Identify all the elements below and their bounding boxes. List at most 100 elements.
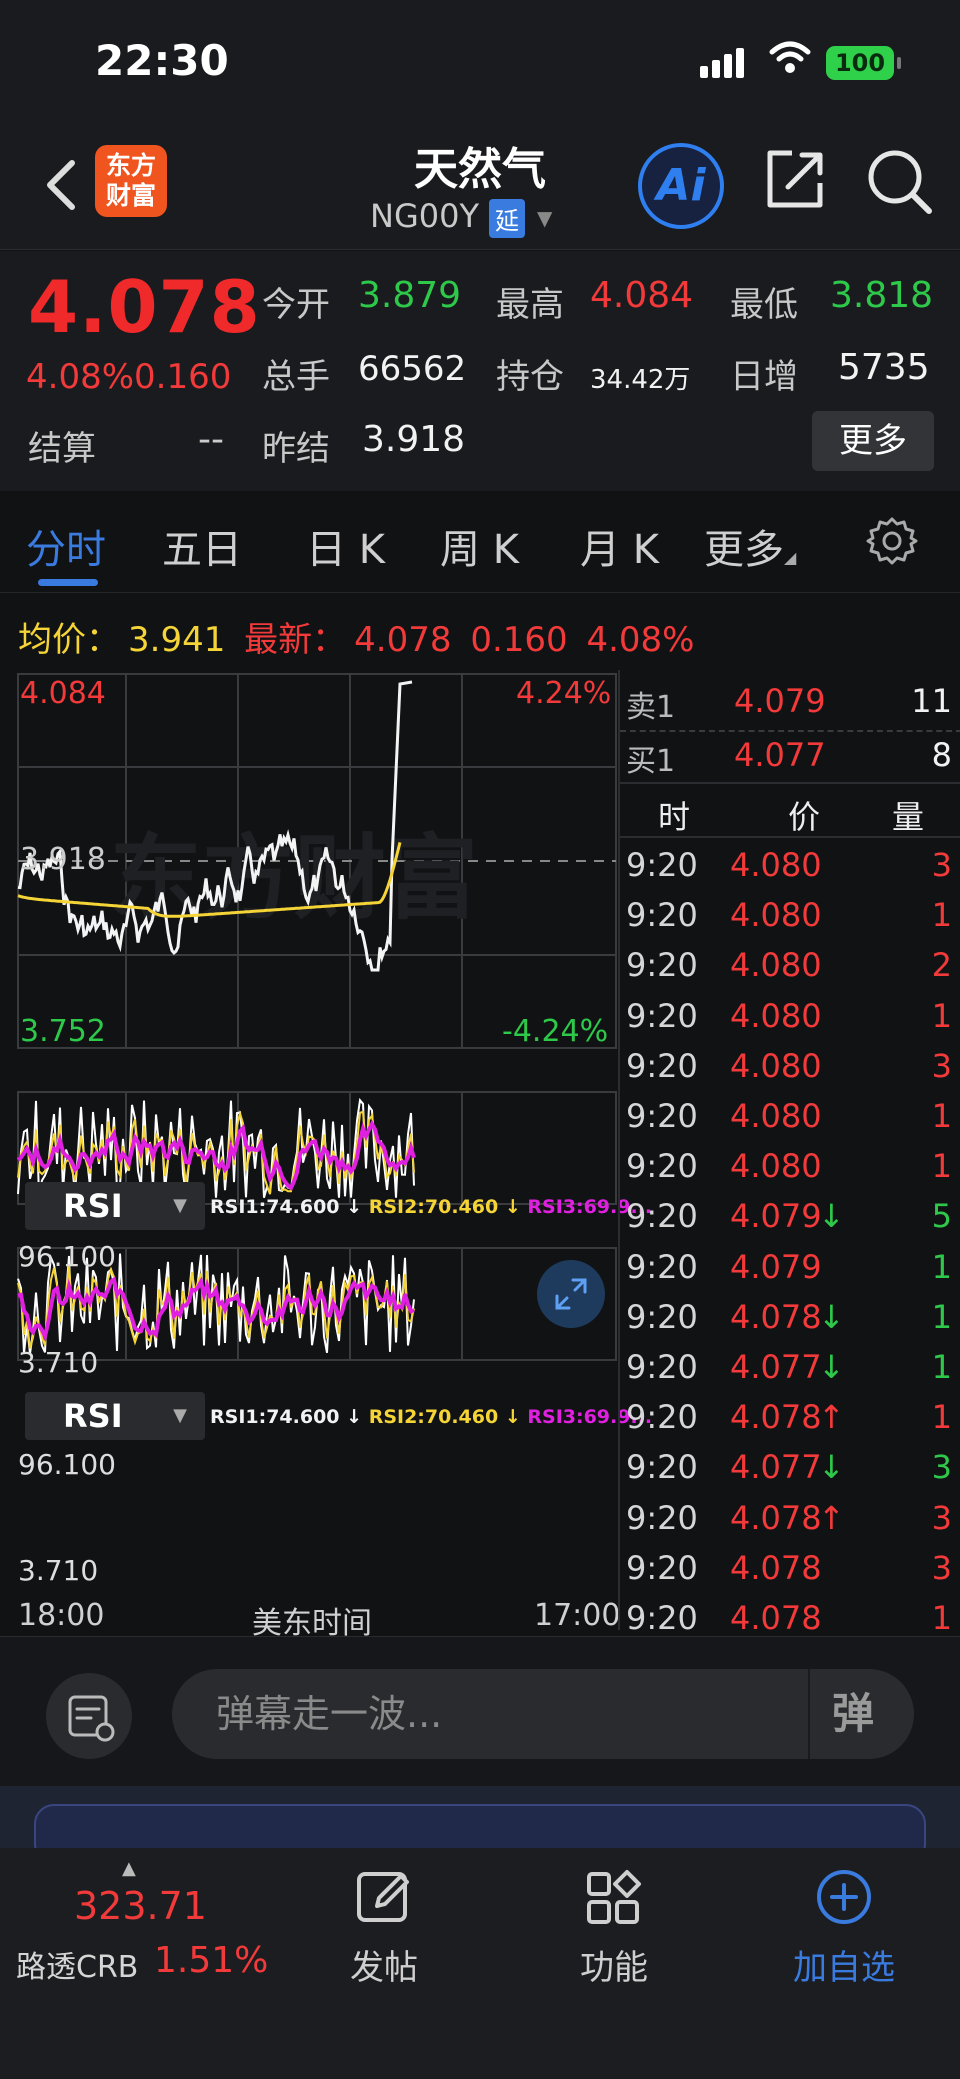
- divider: [808, 1669, 810, 1759]
- tab-monthly-k[interactable]: 月 K: [580, 517, 659, 575]
- bid-price: 4.077: [734, 736, 826, 774]
- comment-input[interactable]: 弹幕走一波... 弹: [172, 1669, 914, 1759]
- chart-canvas: 东方财富: [16, 673, 617, 1361]
- tick-price: 4.078: [730, 1498, 822, 1537]
- nav-post[interactable]: 发帖: [314, 1868, 454, 1989]
- tick-row: 9:20 4.080 1: [620, 896, 960, 946]
- tab-weekly-k[interactable]: 周 K: [440, 517, 519, 575]
- more-quote-button[interactable]: 更多: [812, 411, 934, 471]
- gear-icon[interactable]: [866, 515, 918, 567]
- expand-icon: [555, 1278, 587, 1310]
- tick-price: 4.078: [730, 1297, 822, 1336]
- tick-time: 9:20: [626, 1046, 698, 1085]
- change-pct: 4.08%: [26, 357, 135, 397]
- tick-price: 4.077: [730, 1348, 822, 1386]
- latest-value: 4.078: [354, 620, 452, 660]
- header-price: 价: [788, 798, 821, 836]
- intraday-chart[interactable]: 东方财富 4.084 4.24% 3.918 3.752 -4.24% RSI ▼…: [0, 670, 652, 1630]
- nav-functions-label: 功能: [580, 1948, 648, 1988]
- tick-arrow: ↑: [818, 1398, 845, 1437]
- delay-badge: 延: [489, 198, 525, 238]
- ask-row: 卖1 4.079 11: [620, 676, 960, 732]
- header-qty: 量: [892, 798, 925, 836]
- search-icon[interactable]: [865, 147, 935, 217]
- expand-chart-button[interactable]: [537, 1260, 605, 1328]
- tick-price: 4.080: [730, 896, 822, 935]
- bid-label: 买1: [626, 744, 676, 779]
- contract-code: NG00Y: [370, 197, 479, 235]
- tick-time: 9:20: [626, 1147, 698, 1186]
- tick-row: 9:20 4.080 3: [620, 1047, 960, 1097]
- ai-button[interactable]: Ai: [638, 143, 724, 229]
- nav-add-watchlist[interactable]: 加自选: [774, 1868, 914, 1989]
- tick-row: 9:20 4.079 ↓ 5: [620, 1197, 960, 1247]
- volume-label: 总手: [262, 357, 330, 397]
- price-axis-bottom: 3.752: [20, 1014, 106, 1049]
- settle-value: --: [198, 419, 224, 460]
- comment-placeholder: 弹幕走一波...: [216, 1692, 443, 1736]
- open-label: 今开: [262, 285, 330, 325]
- tick-row: 9:20 4.080 1: [620, 1097, 960, 1147]
- change-row: 4.08%0.160: [26, 357, 231, 397]
- indicator-selector[interactable]: RSI ▼: [25, 1392, 205, 1440]
- tab-more[interactable]: 更多◢: [704, 517, 796, 575]
- nav-add-watchlist-label: 加自选: [793, 1948, 895, 1988]
- bottom-nav: ▲ 323.71 路透CRB 1.51% 发帖 功能 加自选: [0, 1848, 960, 2079]
- settle-label: 结算: [28, 429, 96, 469]
- rsi2-value: RSI2:70.460 ↓: [368, 1406, 521, 1428]
- daily-increase-value: 5735: [838, 347, 930, 388]
- triangle-up-icon: ▲: [122, 1858, 136, 1879]
- open-interest-value: 34.42万: [590, 365, 691, 395]
- tick-qty: 3: [931, 1498, 952, 1537]
- price-axis-mid: 3.918: [20, 842, 106, 877]
- crb-change-pct: 1.51%: [154, 1940, 269, 1981]
- tick-qty: 1: [931, 1348, 952, 1386]
- tick-time: 9:20: [626, 896, 698, 935]
- nav-functions[interactable]: 功能: [544, 1868, 684, 1989]
- tick-row: 9:20 4.079 1: [620, 1248, 960, 1298]
- tick-qty: 3: [931, 1548, 952, 1587]
- daily-increase-label: 日增: [730, 357, 798, 397]
- pct-axis-top: 4.24%: [516, 676, 612, 711]
- tab-more-label: 更多: [704, 527, 784, 573]
- tick-row: 9:20 4.078 3: [620, 1549, 960, 1599]
- latest-label: 最新：: [244, 620, 347, 660]
- ask-label: 卖1: [626, 690, 676, 725]
- tab-five-day[interactable]: 五日: [162, 517, 242, 575]
- tick-qty: 3: [931, 1046, 952, 1085]
- tick-qty: 1: [931, 1147, 952, 1186]
- ask-price: 4.079: [734, 682, 826, 720]
- tab-daily-k[interactable]: 日 K: [306, 517, 385, 575]
- bid-qty: 8: [931, 736, 952, 774]
- rsi-legend: RSI1:74.600 ↓ RSI2:70.460 ↓ RSI3:69.9...: [210, 1406, 652, 1428]
- tick-price: 4.079: [730, 1197, 822, 1236]
- tick-qty: 5: [931, 1197, 952, 1236]
- crb-index-widget[interactable]: ▲ 323.71 路透CRB 1.51%: [0, 1848, 280, 2008]
- tick-price: 4.077: [730, 1448, 822, 1487]
- time-axis-start: 18:00: [18, 1598, 105, 1633]
- contract-selector[interactable]: NG00Y 延 ▼: [370, 197, 552, 238]
- tick-qty: 3: [931, 846, 952, 884]
- active-tab-indicator: [38, 579, 98, 586]
- tick-row: 9:20 4.080 1: [620, 997, 960, 1047]
- edit-icon: [357, 1872, 409, 1922]
- tick-price: 4.080: [730, 1147, 822, 1186]
- share-icon[interactable]: [762, 147, 828, 213]
- tick-price: 4.080: [730, 846, 822, 884]
- avg-price-value: 3.941: [128, 620, 226, 660]
- clock: 22:30: [95, 36, 229, 85]
- prev-settle-value: 3.918: [362, 419, 466, 460]
- caret-down-icon: ▼: [173, 1405, 187, 1426]
- danmaku-toggle-button[interactable]: 弹: [832, 1669, 874, 1759]
- comment-settings-button[interactable]: [46, 1673, 132, 1759]
- header-time: 时: [658, 798, 691, 836]
- low-value: 3.818: [830, 275, 934, 316]
- tick-time: 9:20: [626, 1247, 698, 1286]
- tab-intraday[interactable]: 分时: [26, 517, 106, 575]
- indicator-selector[interactable]: RSI ▼: [25, 1182, 205, 1230]
- open-value: 3.879: [358, 275, 462, 316]
- caret-down-icon: ▼: [537, 206, 553, 230]
- pct-axis-bottom: -4.24%: [502, 1014, 609, 1049]
- caret-down-icon: ▼: [173, 1195, 187, 1216]
- order-book: 卖1 4.079 11 买1 4.077 8 时 价 量 9:20 4.080 3 9…: [618, 670, 960, 1637]
